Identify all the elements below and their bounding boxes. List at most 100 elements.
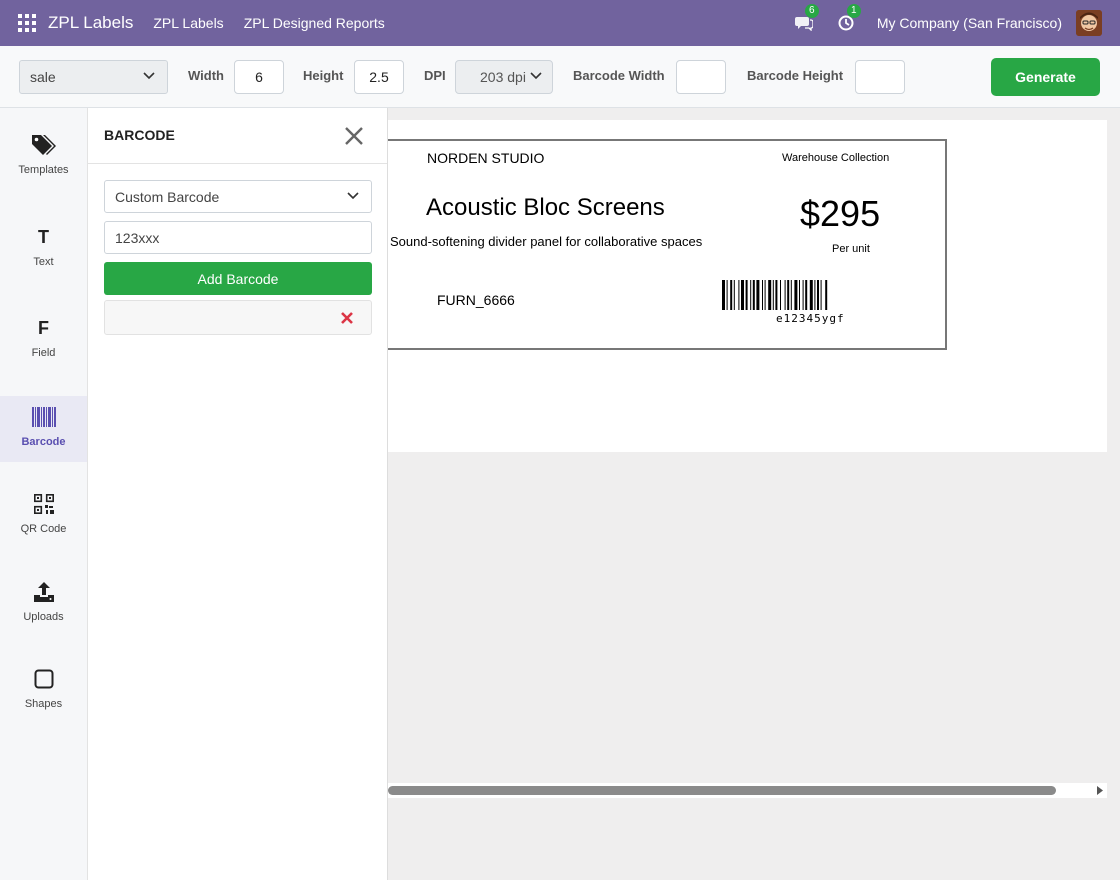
label-barcode-text: e12345ygf (776, 312, 845, 325)
barcode-bar (825, 280, 828, 310)
chevron-down-icon (530, 72, 542, 80)
barcode-bar (799, 280, 800, 310)
label-barcode[interactable] (722, 280, 902, 312)
scroll-right-arrow-icon[interactable] (1095, 785, 1105, 796)
sidebar-item-barcode[interactable]: Barcode (0, 396, 87, 462)
label-product-name[interactable]: Acoustic Bloc Screens (426, 194, 665, 222)
width-input[interactable] (234, 60, 284, 94)
add-barcode-button[interactable]: Add Barcode (104, 262, 372, 295)
barcode-bar (762, 280, 763, 310)
label-settings-toolbar: sale Width Height DPI 203 dpi Barcode Wi… (0, 46, 1120, 108)
barcode-type-value: Custom Barcode (115, 189, 220, 205)
panel-header: BARCODE (88, 108, 387, 164)
nav-link-zpl-designed-reports[interactable]: ZPL Designed Reports (244, 15, 385, 31)
messages-icon[interactable]: 6 (793, 4, 819, 34)
sidebar-item-text[interactable]: T Text (0, 224, 87, 290)
generate-button[interactable]: Generate (991, 58, 1100, 96)
height-label: Height (303, 68, 344, 83)
barcode-bar (809, 280, 813, 310)
barcode-bar (750, 280, 752, 310)
barcode-bar (772, 280, 774, 310)
barcode-bar (722, 280, 725, 310)
messages-badge: 6 (804, 4, 819, 18)
barcode-bar (820, 280, 822, 310)
sidebar-item-label: Templates (18, 164, 69, 176)
label-collection[interactable]: Warehouse Collection (782, 152, 889, 164)
barcode-bar (780, 280, 781, 310)
barcode-bar (726, 280, 728, 310)
barcode-bar (794, 280, 798, 310)
barcode-bar (775, 280, 778, 310)
barcode-bar (768, 280, 772, 310)
model-select[interactable]: sale (19, 60, 168, 94)
barcode-height-label: Barcode Height (747, 68, 844, 83)
barcode-height-input[interactable] (855, 60, 905, 94)
barcode-bar (756, 280, 760, 310)
apps-grid-icon[interactable] (18, 14, 36, 32)
label-price[interactable]: $295 (800, 193, 880, 235)
label-price-unit[interactable]: Per unit (832, 243, 870, 255)
dpi-label: DPI (424, 68, 446, 83)
barcode-bar (741, 280, 744, 310)
sidebar-item-shapes[interactable]: Shapes (0, 666, 87, 732)
user-avatar[interactable] (1076, 10, 1102, 36)
barcode-width-input[interactable] (676, 60, 726, 94)
square-icon (34, 669, 53, 689)
tool-sidebar: Templates T Text F Field Barcode QR Code… (0, 108, 88, 880)
barcode-bar (817, 280, 819, 310)
chevron-down-icon (347, 192, 359, 200)
top-navbar: ZPL Labels ZPL Labels ZPL Designed Repor… (0, 0, 1120, 46)
barcode-width-label: Barcode Width (573, 68, 665, 83)
sidebar-item-qr-code[interactable]: QR Code (0, 491, 87, 557)
barcode-bar (805, 280, 808, 310)
sidebar-item-label: Uploads (23, 611, 64, 623)
barcode-type-select[interactable]: Custom Barcode (104, 180, 372, 213)
dpi-select-value: 203 dpi (480, 69, 526, 85)
barcode-bar (730, 280, 733, 310)
barcode-list-item[interactable] (104, 300, 372, 335)
tags-icon (31, 135, 56, 155)
panel-title: BARCODE (104, 127, 175, 143)
sidebar-item-label: Text (33, 256, 54, 268)
close-icon[interactable] (343, 125, 365, 147)
sidebar-item-label: Field (31, 347, 56, 359)
barcode-bar (814, 280, 816, 310)
barcode-icon (31, 407, 56, 427)
nav-link-zpl-labels[interactable]: ZPL Labels (153, 15, 223, 31)
upload-icon (33, 582, 54, 602)
label-brand[interactable]: NORDEN STUDIO (427, 150, 544, 166)
sidebar-item-label: Shapes (24, 698, 63, 710)
dpi-select[interactable]: 203 dpi (455, 60, 553, 94)
sidebar-item-label: Barcode (21, 436, 66, 448)
model-select-value: sale (30, 69, 56, 85)
barcode-panel: BARCODE Custom Barcode 123xxx Add Barcod… (88, 108, 388, 880)
company-switcher[interactable]: My Company (San Francisco) (877, 15, 1062, 31)
barcode-bar (738, 280, 740, 310)
barcode-bar (787, 280, 790, 310)
scrollbar-thumb[interactable] (388, 786, 1056, 795)
barcode-bar (790, 280, 792, 310)
barcode-bar (764, 280, 766, 310)
text-icon: T (38, 226, 49, 247)
barcode-bar (752, 280, 755, 310)
barcode-bar (784, 280, 786, 310)
activities-badge: 1 (846, 4, 861, 18)
label-description[interactable]: Sound-softening divider panel for collab… (390, 234, 702, 249)
field-icon: F (38, 317, 49, 338)
barcode-bar (733, 280, 735, 310)
chevron-down-icon (143, 72, 155, 80)
activity-clock-icon[interactable]: 1 (835, 4, 861, 34)
sidebar-item-label: QR Code (20, 523, 67, 535)
width-label: Width (188, 68, 224, 83)
barcode-value-input[interactable]: 123xxx (104, 221, 372, 254)
sidebar-item-uploads[interactable]: Uploads (0, 579, 87, 645)
label-sku[interactable]: FURN_6666 (437, 292, 515, 308)
barcode-bar (745, 280, 748, 310)
sidebar-item-templates[interactable]: Templates (0, 132, 87, 198)
remove-icon[interactable] (339, 310, 355, 326)
height-input[interactable] (354, 60, 404, 94)
app-brand[interactable]: ZPL Labels (48, 13, 133, 33)
qr-code-icon (33, 494, 54, 514)
barcode-bar (802, 280, 804, 310)
sidebar-item-field[interactable]: F Field (0, 315, 87, 381)
